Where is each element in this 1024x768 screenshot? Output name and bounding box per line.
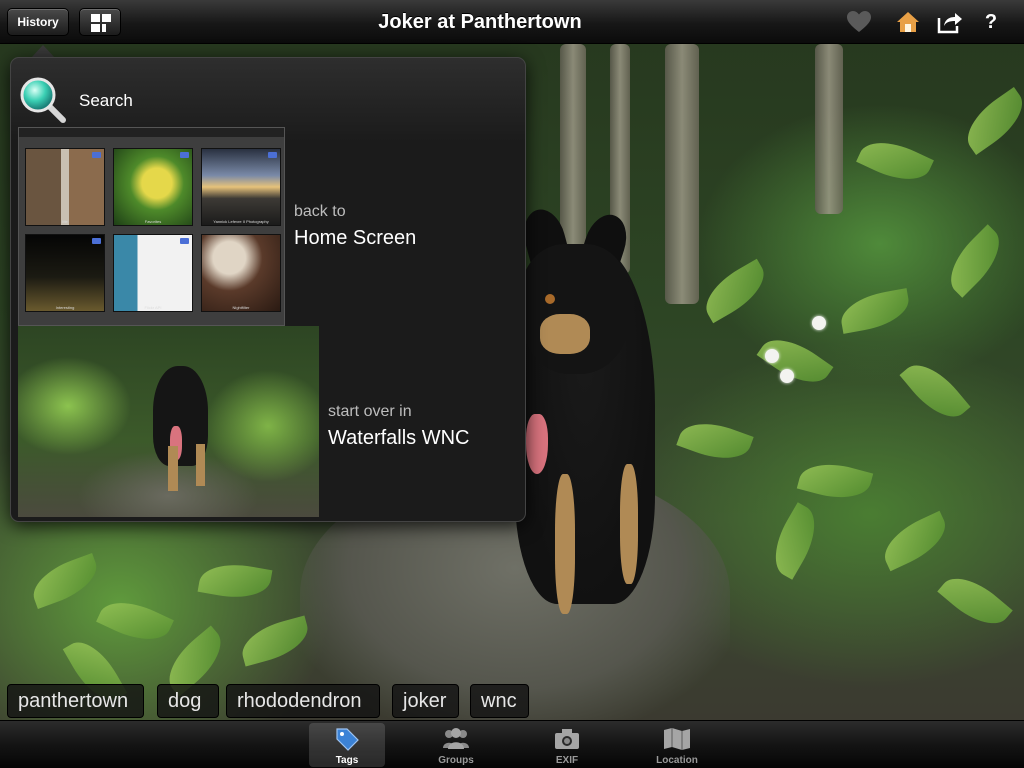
home-tile: Nightfilter [201, 234, 281, 312]
badge [180, 238, 189, 244]
leaf [876, 510, 954, 572]
leaf [762, 502, 828, 580]
history-button[interactable]: History [7, 8, 69, 36]
dog-marking [540, 314, 590, 354]
leaf [938, 224, 1012, 298]
magnifier-icon [20, 77, 66, 123]
tab-tags[interactable]: Tags [309, 723, 385, 767]
tab-label: Location [656, 755, 698, 766]
home-button[interactable] [895, 10, 921, 34]
dog-eye [545, 294, 555, 304]
tag-chip[interactable]: panthertown [7, 684, 144, 718]
leaf [956, 86, 1024, 156]
home-tile: Flickr API [113, 234, 193, 312]
dog-leg [620, 464, 638, 584]
thumbnail-grid-button[interactable] [79, 8, 121, 36]
leaf [856, 130, 934, 192]
tab-label: EXIF [555, 755, 579, 766]
badge [268, 152, 277, 158]
grid-icon [91, 14, 111, 32]
leaf [837, 288, 913, 334]
leaf [899, 353, 971, 429]
map-icon [664, 728, 690, 750]
tile-caption: Favorites [144, 219, 162, 224]
tile-caption: Flickr API [144, 305, 162, 310]
leaf [937, 565, 1013, 637]
favorite-button[interactable] [846, 10, 872, 34]
flower [780, 369, 794, 383]
share-button[interactable] [937, 10, 963, 34]
home-tile: Yannick Lefevre II Photography [201, 148, 281, 226]
tree-trunk [815, 44, 843, 214]
heart-icon [847, 11, 871, 32]
tab-label: Tags [335, 755, 359, 766]
badge [180, 152, 189, 158]
tag-chip[interactable]: rhododendron [226, 684, 380, 718]
tile-caption: Interesting [55, 305, 75, 310]
tree-trunk [665, 44, 699, 304]
tile-caption: Me [62, 219, 68, 224]
tag-chip[interactable]: joker [392, 684, 459, 718]
flower [812, 316, 826, 330]
groups-icon [443, 728, 469, 749]
page-title: Joker at Panthertown [378, 11, 582, 33]
tile-caption: Nightfilter [232, 305, 250, 310]
home-tile: Me [25, 148, 105, 226]
home-entry-prefix: back to [294, 203, 346, 220]
leaf [197, 558, 273, 604]
home-icon [897, 12, 919, 32]
camera-icon [555, 729, 579, 749]
tag-chip[interactable]: dog [157, 684, 219, 718]
tab-label: Groups [438, 755, 474, 766]
leaf [796, 455, 874, 507]
tag-icon [336, 728, 359, 751]
tag-chip[interactable]: wnc [470, 684, 529, 718]
history-search[interactable]: Search [19, 76, 319, 124]
home-tile: Favorites [113, 148, 193, 226]
navigation-bar: History Joker at Panthertown ? [0, 0, 1024, 44]
tab-groups[interactable]: Groups [418, 723, 494, 767]
help-button[interactable]: ? [978, 10, 1004, 34]
history-popover: Search Me Favorites Yannick Lefevre II P… [10, 57, 526, 522]
start-entry-name[interactable]: Waterfalls WNC [328, 427, 469, 450]
dog-leg [168, 446, 178, 491]
badge [92, 238, 101, 244]
dog-leg [196, 444, 205, 486]
leaf [96, 590, 174, 652]
start-entry-prefix: start over in [328, 403, 412, 420]
badge [92, 152, 101, 158]
tab-location[interactable]: Location [639, 723, 715, 767]
share-icon [937, 13, 962, 34]
home-screen-thumbnail[interactable]: Me Favorites Yannick Lefevre II Photogra… [18, 127, 285, 326]
leaf [696, 258, 774, 324]
start-over-thumbnail[interactable] [18, 326, 319, 517]
tile-caption: Yannick Lefevre II Photography [213, 219, 269, 224]
flower [765, 349, 779, 363]
home-tile: Interesting [25, 234, 105, 312]
search-label: Search [79, 91, 133, 110]
dog-head [520, 244, 630, 374]
tab-bar: Tags Groups EXIF Location [0, 720, 1024, 768]
leaf [26, 553, 104, 609]
home-entry-name[interactable]: Home Screen [294, 227, 416, 250]
dog-leg [555, 474, 575, 614]
leaf [676, 413, 754, 469]
mini-toolbar [19, 128, 284, 137]
dog-tongue [526, 414, 548, 474]
tab-exif[interactable]: EXIF [529, 723, 605, 767]
